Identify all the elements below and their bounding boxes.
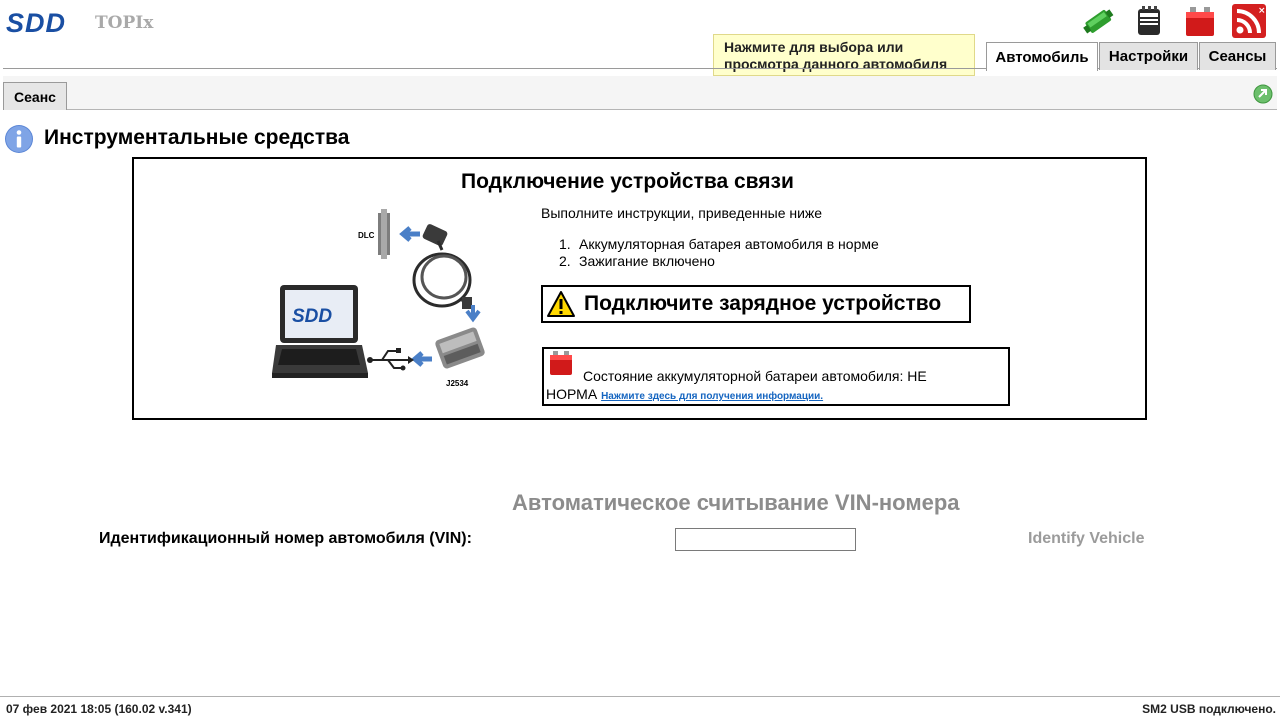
tab-settings[interactable]: Настройки [1099, 42, 1198, 70]
vin-label: Идентификационный номер автомобиля (VIN)… [99, 530, 472, 547]
step-number: 1. [559, 236, 571, 252]
connection-status: SM2 USB подключено. [1142, 702, 1276, 716]
refresh-icon[interactable] [1253, 84, 1273, 104]
battery-icon [550, 351, 572, 375]
connection-diagram: DLC J2534 SDD [272, 209, 485, 388]
battery-status-value: НОРМА [546, 386, 598, 402]
panel-title: Подключение устройства связи [461, 170, 794, 193]
connection-icon[interactable] [1080, 3, 1116, 39]
step-text: Аккумуляторная батарея автомобиля в норм… [579, 236, 879, 252]
battery-status-icon[interactable] [1182, 3, 1218, 39]
j2534-label: J2534 [446, 379, 469, 388]
instruction-steps: 1. Аккумуляторная батарея автомобиля в но… [541, 236, 879, 270]
sdd-logo: SDD [6, 8, 67, 38]
list-item: 2. Зажигание включено [541, 253, 879, 270]
list-item: 1. Аккумуляторная батарея автомобиля в но… [541, 236, 879, 253]
rss-feed-icon[interactable]: × [1231, 3, 1267, 39]
footer-version: 07 фев 2021 18:05 (160.02 v.341) [6, 702, 192, 716]
battery-status-line2: НОРМА Нажмите здесь для получения информ… [546, 386, 823, 402]
arrow-to-usb [411, 351, 432, 367]
battery-status-text: Состояние аккумуляторной батареи автомоб… [583, 368, 927, 384]
identify-vehicle-button[interactable]: Identify Vehicle [1028, 530, 1144, 548]
footer-divider [0, 696, 1280, 697]
instructions-intro: Выполните инструкции, приведенные ниже [541, 205, 823, 221]
vin-auto-read-heading: Автоматическое считывание VIN-номера [512, 490, 960, 515]
subtab-session[interactable]: Сеанс [3, 82, 67, 110]
vin-input[interactable] [675, 528, 856, 551]
tab-sessions[interactable]: Сеансы [1199, 42, 1276, 70]
usb-symbol [370, 350, 408, 369]
laptop-logo: SDD [292, 306, 332, 327]
tab-vehicle[interactable]: Автомобиль [986, 42, 1098, 71]
charger-warning: Подключите зарядное устройство [541, 285, 971, 323]
warning-text: Подключите зарядное устройство [584, 292, 942, 315]
arrow-to-dlc [399, 226, 420, 242]
subtab-bar [3, 76, 1277, 110]
svg-text:×: × [1258, 6, 1266, 16]
vehicle-tooltip: Нажмите для выбора или просмотра данного… [713, 34, 975, 76]
info-link[interactable]: Нажмите здесь для получения информации. [601, 391, 823, 402]
app-name: TOPIx [95, 13, 154, 33]
warning-icon [547, 291, 575, 317]
step-text: Зажигание включено [579, 253, 715, 269]
info-icon [5, 125, 33, 153]
vci-device-icon[interactable] [1131, 3, 1167, 39]
dlc-label: DLC [358, 231, 375, 240]
page-title: Инструментальные средства [44, 126, 350, 149]
step-number: 2. [559, 253, 571, 269]
